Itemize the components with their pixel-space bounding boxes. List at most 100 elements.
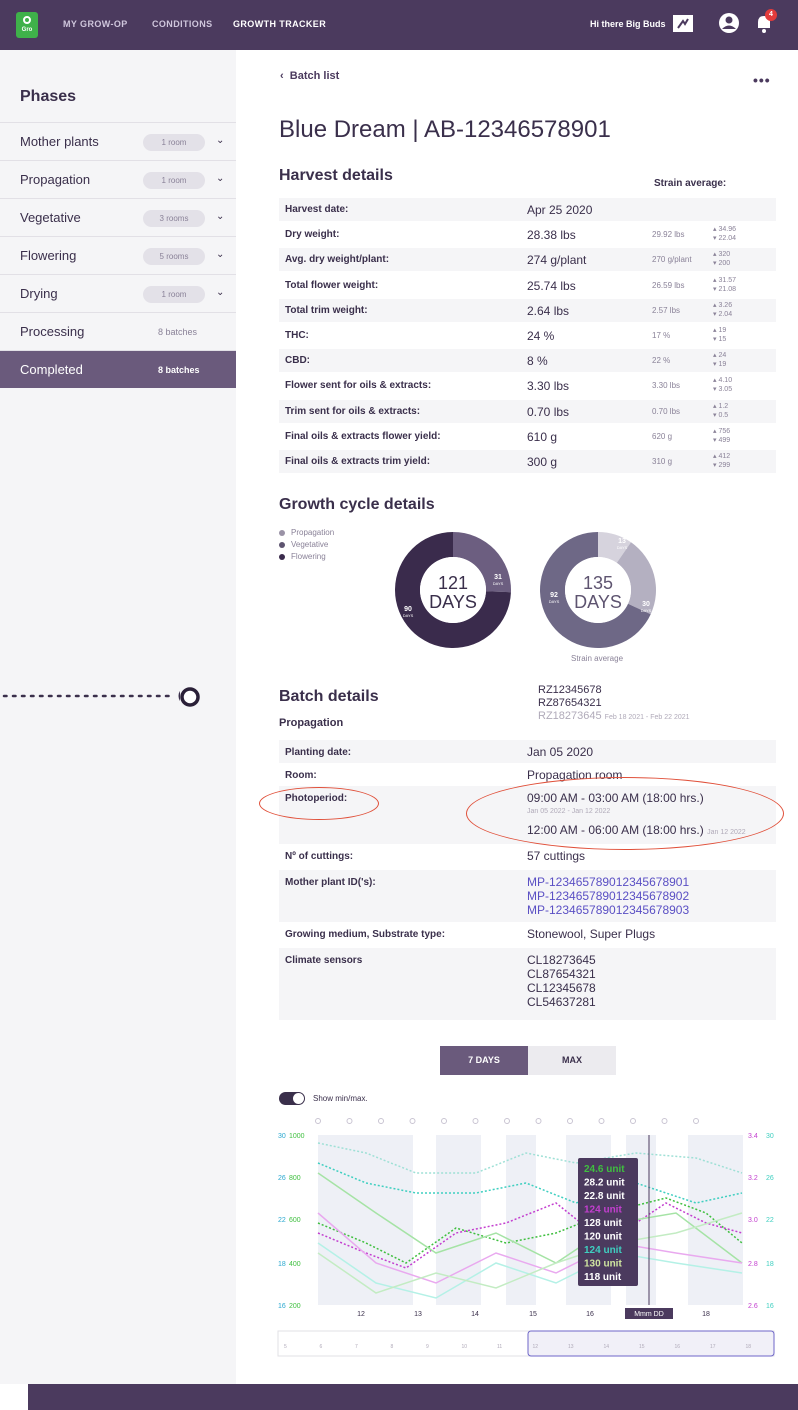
annotation-circle: [466, 777, 784, 850]
legend-item: Vegetative: [279, 539, 334, 551]
mother-plant-link[interactable]: MP-123465789012345678902: [527, 889, 689, 903]
chevron-down-icon[interactable]: ⌄: [216, 287, 224, 298]
chevron-down-icon[interactable]: ⌄: [216, 135, 224, 146]
scrubber-tick: 11: [497, 1344, 502, 1350]
field-value: 300 g: [527, 455, 558, 469]
mother-plant-link[interactable]: MP-123465789012345678901: [527, 875, 689, 889]
light-bulb-icon: [504, 1118, 510, 1124]
sidebar-item-vegetative[interactable]: Vegetative 3 rooms ⌄: [0, 198, 236, 236]
strain-average-value: 17 %: [652, 331, 671, 340]
light-bulb-icon: [346, 1118, 353, 1124]
strain-max: ▴ 19: [713, 327, 727, 334]
chevron-down-icon[interactable]: ⌄: [216, 211, 224, 222]
strain-average-value: 0.70 lbs: [652, 406, 681, 416]
annotation-circle: [259, 787, 379, 820]
strain-min: ▾ 299: [713, 462, 731, 469]
sidebar-item-drying[interactable]: Drying 1 room ⌄: [0, 274, 236, 312]
light-bulb-icon: [693, 1118, 699, 1124]
gro-logo[interactable]: Gro: [16, 12, 38, 38]
strain-min: ▾ 200: [713, 260, 731, 268]
strain-min-max: ▴ 31.57 ▾ 21.08: [713, 276, 736, 294]
left-axis-tick: 1000: [289, 1133, 305, 1140]
scrubber-tick: 13: [568, 1344, 574, 1350]
harvest-row: Harvest date: Apr 25 2020: [279, 198, 776, 221]
tooltip-value: 120 unit: [584, 1232, 622, 1243]
growing-medium-row: Growing medium, Substrate type: Stonewool…: [279, 922, 776, 948]
left-axis-tick: 16: [278, 1303, 286, 1310]
sidebar-item-flowering[interactable]: Flowering 5 rooms ⌄: [0, 236, 236, 274]
field-value: 8 %: [527, 354, 548, 369]
room-id[interactable]: RZ12345678: [538, 684, 690, 697]
strain-total-days: 135: [583, 573, 613, 593]
field-label: Flower sent for oils & extracts:: [285, 380, 432, 392]
top-nav-bar: Gro MY GROW-OP CONDITIONS GROWTH TRACKER…: [0, 0, 798, 50]
batch-list-back-link[interactable]: ‹ Batch list: [280, 70, 339, 82]
sidebar-item-propagation[interactable]: Propagation 1 room ⌄: [0, 160, 236, 198]
right-axis-tick: 3.0: [748, 1217, 758, 1224]
sidebar-item-label: Processing: [20, 324, 85, 339]
chevron-down-icon[interactable]: ⌄: [216, 249, 224, 260]
x-axis-tick: 16: [586, 1311, 594, 1318]
more-options-icon[interactable]: •••: [753, 72, 771, 88]
scrubber-tick: 17: [710, 1344, 716, 1350]
light-bulb-icon: [630, 1118, 636, 1124]
strain-vegetative-days: 30: [642, 601, 650, 608]
left-axis-tick: 22: [278, 1217, 286, 1224]
field-label: THC:: [285, 330, 309, 341]
grow-room-icon[interactable]: [672, 12, 694, 34]
field-value: Jan 05 2020: [527, 745, 594, 759]
field-label: Trim sent for oils & extracts:: [285, 405, 421, 417]
sidebar-item-label: Drying: [20, 286, 58, 301]
chevron-down-icon[interactable]: ⌄: [216, 173, 224, 184]
harvest-row: Total flower weight: 25.74 lbs 26.59 lbs ▴ …: [279, 274, 776, 297]
x-axis-tick: 15: [529, 1311, 537, 1318]
climate-sensor-id[interactable]: CL12345678: [527, 981, 596, 995]
harvest-row: Dry weight: 28.38 lbs 29.92 lbs ▴ 34.96 ▾ 22…: [279, 223, 776, 246]
room-count-pill: 3 rooms: [143, 210, 205, 227]
user-account-icon[interactable]: [718, 12, 740, 34]
nav-my-grow-op[interactable]: MY GROW-OP: [63, 19, 128, 29]
legend-propagation: Propagation: [291, 528, 335, 537]
night-band: [318, 1135, 413, 1305]
room-id[interactable]: RZ18273645: [538, 710, 602, 722]
strain-min: ▾ 21.08: [713, 285, 736, 293]
light-bulb-icon: [535, 1118, 542, 1124]
climate-sensor-id[interactable]: CL54637281: [527, 995, 596, 1009]
range-7-days-button[interactable]: 7 DAYS: [440, 1046, 528, 1075]
mother-plant-link[interactable]: MP-123465789012345678903: [527, 903, 689, 917]
range-max-button[interactable]: MAX: [528, 1046, 616, 1075]
left-axis-tick: 18: [278, 1261, 286, 1268]
conditions-line-chart[interactable]: 30 26 22 18 16 1000 800 600 400 200 3.4 3.2 3.0 2.8 2.…: [276, 1113, 784, 1373]
sidebar-item-completed[interactable]: Completed 8 batches: [0, 350, 236, 388]
sidebar-item-processing[interactable]: Processing 8 batches: [0, 312, 236, 350]
strain-total-unit: DAYS: [574, 592, 622, 612]
field-label: CBD:: [285, 355, 310, 367]
field-label: Dry weight:: [285, 229, 340, 241]
strain-average-label: Strain average:: [654, 178, 727, 189]
scrubber-tick: 5: [284, 1344, 287, 1350]
nav-growth-tracker[interactable]: GROWTH TRACKER: [233, 19, 326, 29]
scrubber-tick: 10: [462, 1344, 468, 1350]
scrubber-tick: 9: [426, 1344, 429, 1350]
show-min-max-toggle[interactable]: [279, 1092, 305, 1105]
strain-min: ▾ 15: [713, 336, 727, 343]
light-bulb-icon: [441, 1118, 447, 1124]
climate-sensor-id[interactable]: CL87654321: [527, 967, 596, 981]
room-id[interactable]: RZ87654321: [538, 697, 690, 710]
batch-count: 8 batches: [158, 326, 198, 337]
strain-min: ▾ 0.5: [713, 411, 729, 419]
field-label: Planting date:: [285, 747, 352, 758]
nav-conditions[interactable]: CONDITIONS: [152, 19, 213, 29]
tooltip-value: 130 unit: [584, 1259, 622, 1270]
batch-total-days: 121: [438, 573, 468, 593]
sidebar-item-mother-plants[interactable]: Mother plants 1 room ⌄: [0, 122, 236, 160]
climate-sensor-id[interactable]: CL18273645: [527, 953, 596, 967]
field-label: Harvest date:: [285, 204, 349, 215]
field-value: 610 g: [527, 429, 558, 444]
left-axis-tick: 26: [278, 1175, 286, 1182]
strain-max: ▴ 34.96: [713, 226, 736, 234]
field-value: 24 %: [527, 329, 555, 343]
field-label: Total trim weight:: [285, 304, 368, 316]
strain-max: ▴ 4.10: [713, 377, 733, 385]
strain-min-max: ▴ 756 ▾ 499: [713, 427, 730, 445]
